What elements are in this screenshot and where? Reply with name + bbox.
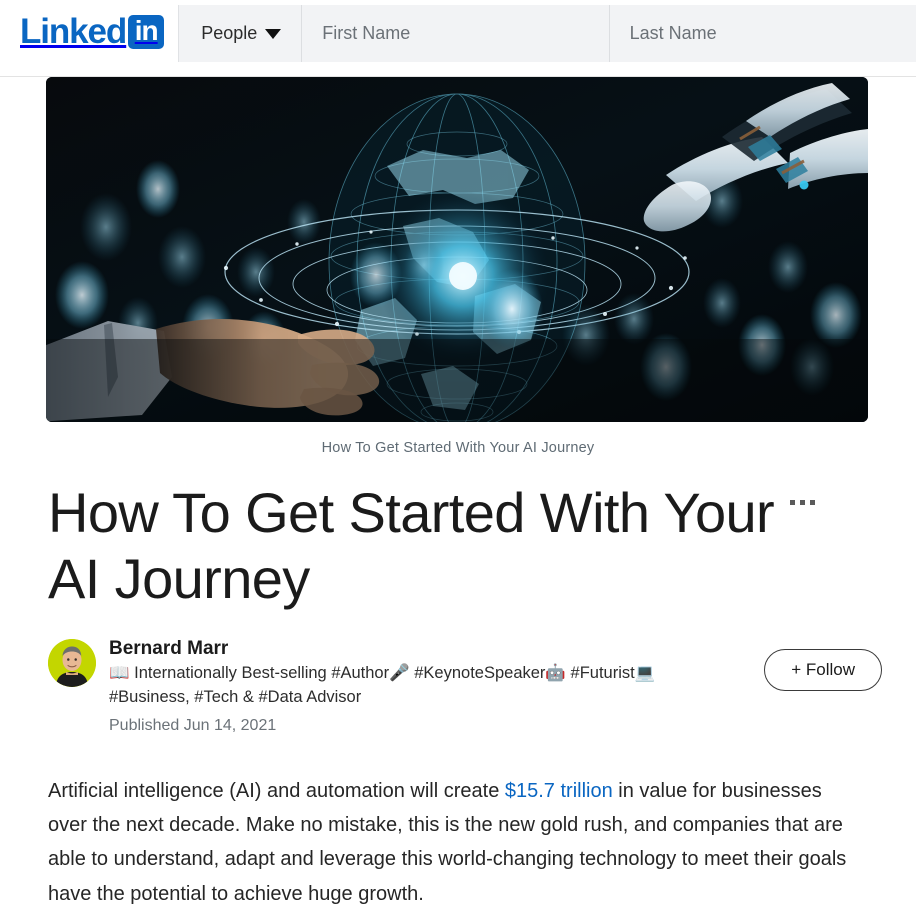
page-title: How To Get Started With Your AI Journey xyxy=(48,481,775,610)
article-body: Artificial intelligence (AI) and automat… xyxy=(0,738,916,912)
author-name[interactable]: Bernard Marr xyxy=(109,636,764,662)
global-navigation-bar: Linked in People xyxy=(0,0,916,77)
hero-image-caption: How To Get Started With Your AI Journey xyxy=(321,440,595,456)
author-info: Bernard Marr 📖 Internationally Best-sell… xyxy=(96,635,764,737)
last-name-field-wrapper xyxy=(610,5,916,62)
search-facet-label: People xyxy=(201,23,258,43)
hero-image-wrapper xyxy=(0,77,916,422)
article-paragraph: Artificial intelligence (AI) and automat… xyxy=(48,774,858,912)
published-date: Published Jun 14, 2021 xyxy=(109,716,277,734)
kebab-menu-icon[interactable] xyxy=(788,494,817,511)
kebab-dot xyxy=(810,500,815,505)
search-bar: People xyxy=(178,5,916,62)
linkedin-logo[interactable]: Linked in xyxy=(0,0,178,63)
article-container: How To Get Started With Your AI Journey … xyxy=(0,77,916,911)
chevron-down-icon xyxy=(265,28,282,39)
last-name-input[interactable] xyxy=(629,23,897,44)
hero-image xyxy=(46,77,868,422)
ai-globe-illustration xyxy=(46,77,868,422)
linkedin-in-badge: in xyxy=(128,14,165,49)
avatar-photo xyxy=(48,639,96,688)
linkedin-wordmark: Linked xyxy=(20,12,127,51)
kebab-dot xyxy=(790,500,795,505)
author-headline: 📖 Internationally Best-selling #Author🎤 … xyxy=(109,663,656,706)
author-byline: Bernard Marr 📖 Internationally Best-sell… xyxy=(0,611,916,737)
first-name-field-wrapper xyxy=(302,5,610,62)
search-facet-dropdown[interactable]: People xyxy=(179,5,303,62)
trillion-value-link[interactable]: $15.7 trillion xyxy=(505,780,613,802)
title-row: How To Get Started With Your AI Journey xyxy=(0,462,916,611)
avatar[interactable] xyxy=(48,639,96,688)
paragraph-text-before: Artificial intelligence (AI) and automat… xyxy=(48,779,505,802)
first-name-input[interactable] xyxy=(322,23,589,44)
follow-button[interactable]: + Follow xyxy=(764,649,882,692)
kebab-dot xyxy=(800,500,805,505)
